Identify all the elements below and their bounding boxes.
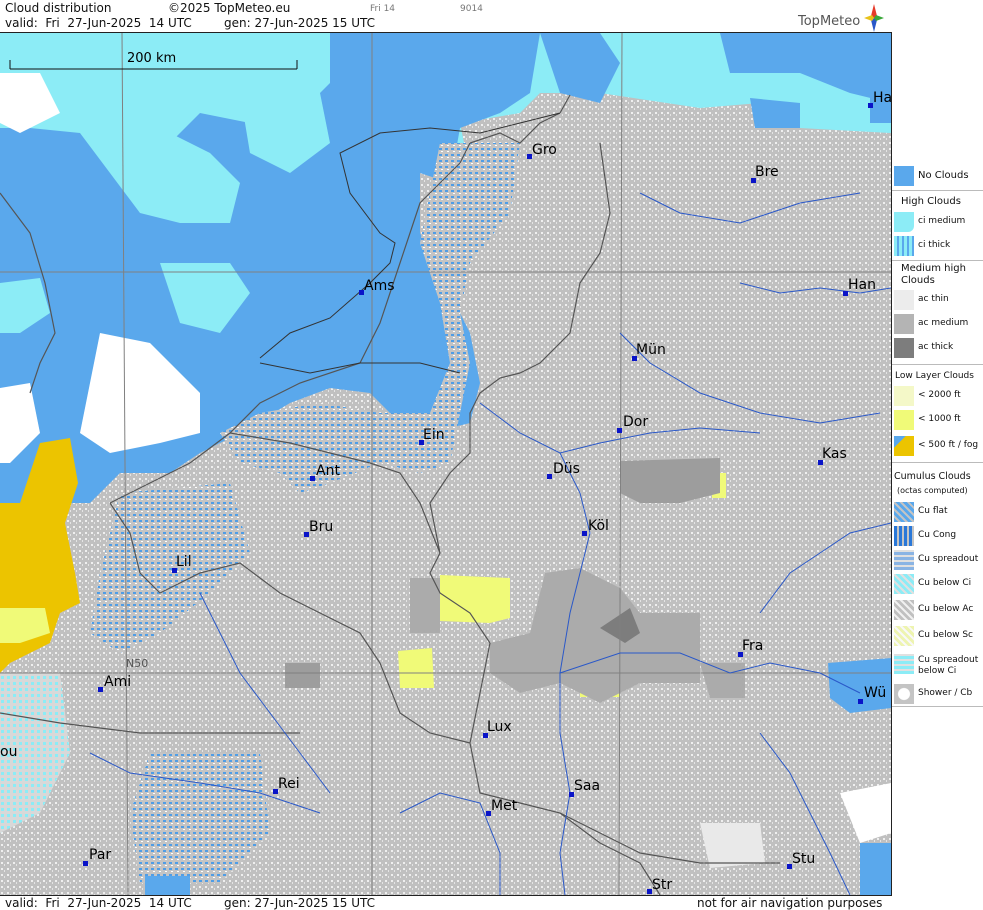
city-label: Saa [574,778,601,794]
city-label: Kas [822,446,847,462]
swatch-cu-spreadout-below-ci-icon [894,654,914,674]
city-label: Ami [104,674,132,690]
map-canvas [0,33,891,895]
legend-cu-below-ac: Cu below Ac [892,600,983,620]
scale-label: 200 km [127,51,177,66]
swatch-cu-below-ac-icon [894,600,914,620]
compass-logo-icon [864,4,884,32]
city-label: Wü [864,685,887,701]
city-label: Gro [532,142,557,158]
city-label: Par [89,847,112,863]
slot-label: Fri 14 [370,4,396,14]
city-label: Str [652,877,673,893]
city-marker [617,428,622,433]
city-label: Ams [364,278,395,294]
copyright: ©2025 TopMeteo.eu [168,1,291,15]
swatch-fog-icon [894,436,914,456]
legend-cu-cong: Cu Cong [892,526,983,546]
legend-ci-thick: ci thick [892,236,983,256]
swatch-cu-flat-icon [894,502,914,522]
header-bar: Cloud distribution ©2025 TopMeteo.eu Fri… [0,0,892,33]
footer-valid: valid: Fri 27-Jun-2025 14 UTC [5,896,192,910]
swatch-ac-medium-icon [894,314,914,334]
swatch-cu-spreadout-icon [894,550,914,570]
swatch-low-1000-icon [894,410,914,430]
city-label: Met [491,798,518,814]
city-label: Ein [423,427,445,443]
city-label: Fra [742,638,764,654]
city-label: Stu [792,851,816,867]
footer-gen: gen: 27-Jun-2025 15 UTC [224,896,376,910]
city-label: Han [848,277,876,293]
city-label: Dor [623,414,649,430]
legend-cu-below-sc: Cu below Sc [892,626,983,646]
city-label: Mün [636,342,666,358]
city-label: Ha [873,90,892,106]
gen-time: gen: 27-Jun-2025 15 UTC [224,16,376,30]
swatch-cu-cong-icon [894,526,914,546]
city-label: Bru [309,519,334,535]
city-label: Rei [278,776,300,792]
code-label: 9014 [460,4,483,14]
swatch-ci-thick-icon [894,236,914,256]
legend-low-1000: < 1000 ft [892,410,983,430]
legend-low-heading: Low Layer Clouds [895,371,974,381]
city-marker [83,861,88,866]
swatch-ac-thick-icon [894,338,914,358]
map-title: Cloud distribution [5,1,112,15]
legend-cu-spreadout-below-ci: Cu spreadout below Ci [892,654,983,680]
city-marker [547,474,552,479]
city-marker [98,687,103,692]
city-label: Düs [553,461,580,477]
swatch-cu-below-ci-icon [894,574,914,594]
city-label: Bre [755,164,779,180]
legend-cumulus-heading: Cumulus Clouds [894,471,971,482]
brand-name: TopMeteo [798,14,861,29]
cloud-map[interactable]: 200 km N50 Ha Gro Bre Ams Han Mün Ein Do… [0,33,892,895]
swatch-shower-icon [894,684,914,704]
city-marker [310,476,315,481]
city-label: Lux [487,719,512,735]
lat-label: N50 [126,657,149,670]
city-label: ou [0,744,18,760]
footer-note: not for air navigation purposes [697,896,883,910]
swatch-no-clouds-icon [894,166,914,186]
legend-octas-note: (octas computed) [897,486,968,495]
legend-ac-thick: ac thick [892,338,983,358]
legend-high-clouds-heading: High Clouds [901,196,961,207]
legend-cu-spreadout: Cu spreadout [892,550,983,570]
swatch-ci-medium-icon [894,212,914,232]
footer-bar: valid: Fri 27-Jun-2025 14 UTC gen: 27-Ju… [0,895,892,910]
legend: No Clouds High Clouds ci medium ci thick… [892,160,983,720]
city-label: Ant [316,463,340,479]
legend-no-clouds: No Clouds [892,166,983,186]
legend-ci-medium: ci medium [892,212,983,232]
legend-medium-high-heading: Medium high Clouds [901,263,966,286]
legend-cu-flat: Cu flat [892,502,983,522]
swatch-ac-thin-icon [894,290,914,310]
city-label: Köl [588,518,609,534]
city-marker [582,531,587,536]
valid-time: valid: Fri 27-Jun-2025 14 UTC [5,16,192,30]
city-label: Lil [176,554,192,570]
legend-shower: Shower / Cb [892,684,983,704]
legend-low-2000: < 2000 ft [892,386,983,406]
legend-fog: < 500 ft / fog [892,436,983,456]
swatch-low-2000-icon [894,386,914,406]
city-marker [858,699,863,704]
swatch-cu-below-sc-icon [894,626,914,646]
legend-cu-below-ci: Cu below Ci [892,574,983,594]
legend-ac-thin: ac thin [892,290,983,310]
legend-ac-medium: ac medium [892,314,983,334]
